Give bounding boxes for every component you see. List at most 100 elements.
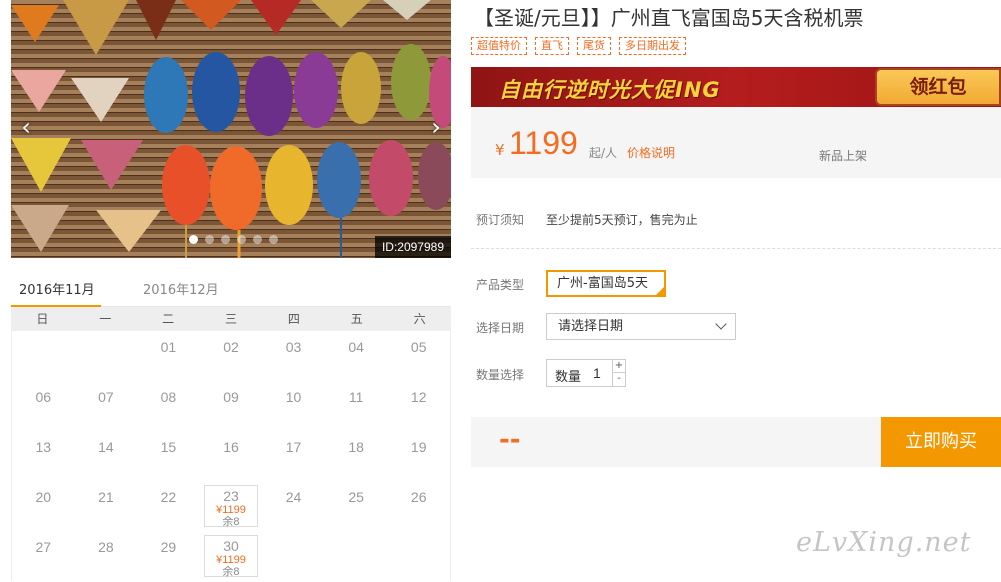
calendar-day-number: 26: [410, 489, 427, 505]
calendar-day-number: 24: [285, 489, 302, 505]
calendar-day-number: 08: [160, 389, 177, 405]
calendar-day-number: 03: [285, 339, 302, 355]
calendar-day-number: 17: [285, 439, 302, 455]
calendar-day: 13: [12, 431, 75, 481]
calendar-day: 04: [325, 331, 388, 381]
carousel-dot[interactable]: [189, 235, 198, 244]
calendar-day-price: ¥1199: [216, 554, 246, 566]
quantity-minus-button[interactable]: -: [612, 373, 625, 386]
calendar-day: 22: [137, 481, 200, 531]
total-price: --: [499, 425, 521, 455]
calendar-day-number: 10: [285, 389, 302, 405]
price-amount: 1199: [509, 125, 578, 161]
product-tag: 尾货: [577, 37, 611, 55]
calendar-day: 02: [200, 331, 263, 381]
calendar-day-number: 30: [223, 538, 239, 554]
carousel-dot[interactable]: [253, 235, 262, 244]
calendar-day: 25: [325, 481, 388, 531]
quantity-stepper[interactable]: 数量 1 + -: [546, 359, 626, 387]
calendar-day-number: 04: [348, 339, 364, 355]
weekday-label: 六: [413, 312, 426, 326]
new-arrival-label: 新品上架: [819, 149, 868, 163]
product-tag: 多日期出发: [619, 37, 686, 55]
calendar-day: 06: [12, 381, 75, 431]
weekday-label: 五: [350, 312, 363, 326]
site-watermark: eLvXing.net: [796, 527, 972, 558]
calendar-day-number: 11: [348, 389, 364, 405]
calendar-day-number: 20: [35, 489, 52, 505]
calendar-day-available[interactable]: 30 ¥1199 余8: [203, 535, 259, 578]
product-type-label: 产品类型: [476, 278, 525, 292]
calendar-day: 09: [200, 381, 263, 431]
weekday-label: 三: [224, 312, 237, 326]
price-unit: 起/人: [589, 146, 618, 160]
calendar-day: 24: [262, 481, 325, 531]
calendar-day: 28: [75, 531, 138, 581]
weekday-label: 二: [162, 312, 175, 326]
calendar-day-number: 09: [223, 389, 239, 405]
calendar-day: 19: [387, 431, 450, 481]
carousel-dot[interactable]: [205, 235, 214, 244]
booking-notice-value: 至少提前5天预订，售完为止: [546, 213, 698, 227]
carousel-dot[interactable]: [237, 235, 246, 244]
calendar-day-number: 13: [35, 439, 52, 455]
product-image-carousel[interactable]: ‹ › ID:2097989: [11, 0, 451, 258]
calendar-day-number: 01: [160, 339, 177, 355]
carousel-prev-icon[interactable]: ‹: [15, 112, 37, 142]
calendar-day-number: 22: [160, 489, 177, 505]
calendar-day: 16: [200, 431, 263, 481]
calendar-day-number: 06: [35, 389, 52, 405]
calendar-day: 15: [137, 431, 200, 481]
calendar-day-number: 12: [410, 389, 427, 405]
calendar-day-number: 27: [35, 539, 52, 555]
tab-december[interactable]: 2016年12月: [143, 279, 219, 298]
calendar-day: 08: [137, 381, 200, 431]
departure-calendar: 日 一 二 三 四 五 六 01 02 03 04 05 06 07 08 09 10 11 12 13 14 15 16…: [11, 307, 451, 581]
carousel-dots: [189, 235, 278, 244]
get-red-packet-button[interactable]: 领红包: [875, 68, 1001, 106]
calendar-empty-cell: [75, 331, 138, 381]
quantity-value[interactable]: 1: [593, 365, 601, 381]
calendar-weekday-header: 日一二三四五六: [11, 307, 451, 331]
weekday-label: 四: [287, 312, 300, 326]
price-explain-link[interactable]: 价格说明: [627, 144, 675, 161]
calendar-grid: 01 02 03 04 05 06 07 08 09 10 11 12 13 14 15 16 17 18 19 20…: [11, 331, 451, 581]
calendar-day-number: 29: [160, 539, 177, 555]
quantity-plus-button[interactable]: +: [612, 360, 625, 373]
calendar-day-available[interactable]: 23 ¥1199 余8: [203, 485, 259, 528]
lanterns-photo: [11, 0, 451, 258]
product-tag: 直飞: [535, 37, 569, 55]
calendar-day: 21: [75, 481, 138, 531]
promo-banner[interactable]: 自由行逆时光大促ING 领红包: [471, 67, 1001, 107]
calendar-day: 01: [137, 331, 200, 381]
calendar-day: 14: [75, 431, 138, 481]
carousel-dot[interactable]: [221, 235, 230, 244]
tab-november[interactable]: 2016年11月: [19, 279, 95, 298]
carousel-dot[interactable]: [269, 235, 278, 244]
buy-now-button[interactable]: 立即购买: [881, 417, 1001, 467]
calendar-day: 20: [12, 481, 75, 531]
date-select-label: 选择日期: [476, 321, 525, 335]
calendar-day-number: 19: [410, 439, 427, 455]
calendar-day-number: 16: [223, 439, 239, 455]
calendar-empty-cell: [12, 331, 75, 381]
calendar-day: 11: [325, 381, 388, 431]
calendar-day-number: 28: [98, 539, 114, 555]
carousel-next-icon[interactable]: ›: [425, 112, 447, 142]
calendar-day: 17: [262, 431, 325, 481]
date-select[interactable]: 请选择日期: [546, 313, 736, 340]
calendar-day-number: 14: [98, 439, 114, 455]
calendar-day: 12: [387, 381, 450, 431]
calendar-day-number: 15: [160, 439, 177, 455]
calendar-day: 03: [262, 331, 325, 381]
product-tag: 超值特价: [471, 37, 527, 55]
calendar-day: 05: [387, 331, 450, 381]
weekday-label: 一: [99, 312, 112, 326]
date-select-value: 请选择日期: [558, 319, 624, 334]
divider: [471, 248, 1001, 249]
currency-symbol: ¥: [495, 141, 505, 159]
product-type-option[interactable]: 广州-富国岛5天: [546, 270, 666, 297]
product-tags: 超值特价 直飞 尾货 多日期出发: [471, 37, 686, 55]
quantity-text: 数量: [555, 370, 582, 385]
calendar-day-number: 21: [98, 489, 114, 505]
